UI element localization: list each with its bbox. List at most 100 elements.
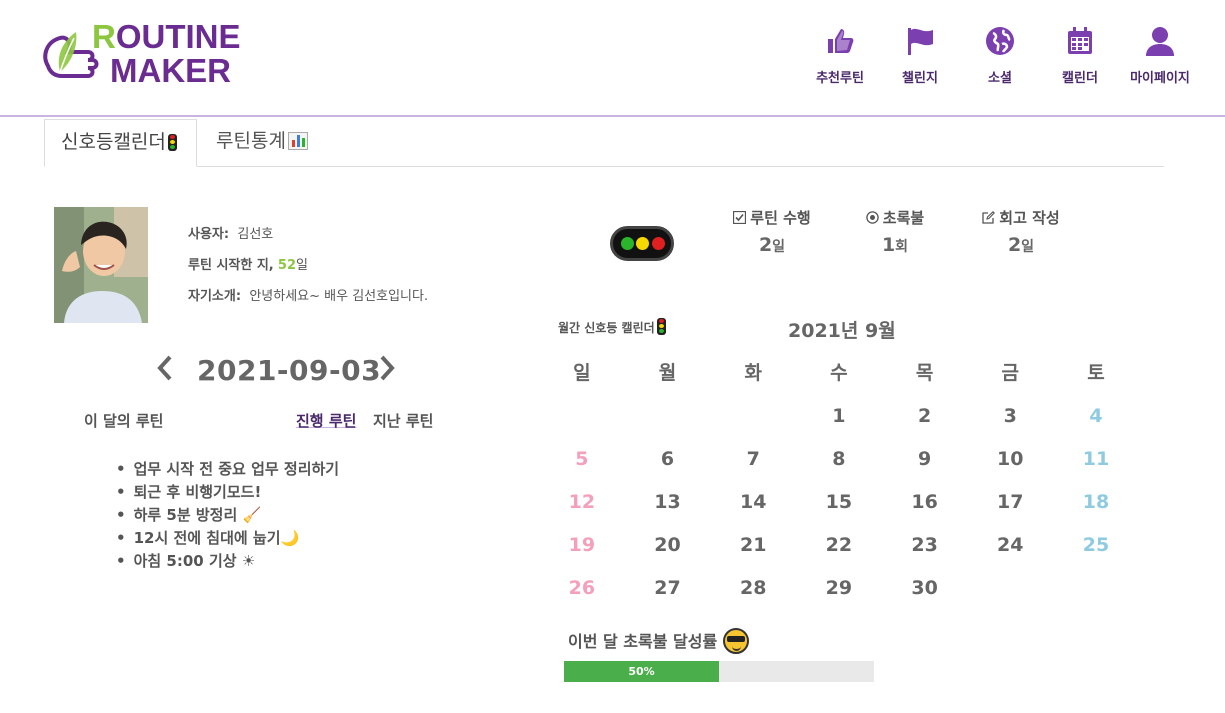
prev-date-button[interactable]	[156, 354, 174, 388]
list-item: 아침 5:00 기상 ☀	[116, 550, 339, 573]
calendar-day[interactable]: 9	[882, 438, 968, 481]
calendar-day[interactable]: 21	[710, 524, 796, 567]
calendar-day[interactable]: 20	[625, 524, 711, 567]
profile-intro: 자기소개: 안녕하세요~ 배우 김선호입니다.	[188, 285, 428, 304]
calendar-day[interactable]: 3	[967, 395, 1053, 438]
calendar-day[interactable]: 2	[882, 395, 968, 438]
calendar-day[interactable]: 18	[1053, 481, 1139, 524]
traffic-light-icon	[167, 134, 177, 151]
calendar-day[interactable]: 14	[710, 481, 796, 524]
list-item: 퇴근 후 비행기모드!	[116, 481, 339, 504]
calendar-day[interactable]: 4	[1053, 395, 1139, 438]
calendar-day[interactable]: 30	[882, 567, 968, 610]
weekday-mon: 월	[658, 362, 677, 384]
weekday-wed: 수	[830, 362, 848, 384]
nav-social[interactable]: 소셜	[960, 25, 1040, 86]
calendar-day[interactable]: 11	[1053, 438, 1139, 481]
profile-photo-image	[54, 207, 148, 323]
calendar-week-row: 1234	[539, 395, 1139, 438]
nav-calendar[interactable]: 캘린더	[1040, 25, 1120, 86]
start-days: 52	[277, 258, 296, 273]
radio-dot-icon	[866, 211, 879, 224]
nav-label: 캘린더	[1062, 71, 1098, 86]
calendar-day[interactable]: 22	[796, 524, 882, 567]
sunglasses-face-icon	[723, 628, 750, 654]
chevron-left-icon	[157, 355, 172, 381]
calendar-day[interactable]: 8	[796, 438, 882, 481]
stat-label: 회고 작성	[999, 209, 1060, 227]
logo-line1: OUTINE	[115, 18, 241, 55]
calendar-day[interactable]: 10	[967, 438, 1053, 481]
profile-user: 사용자: 김선호	[188, 223, 273, 242]
calendar-day[interactable]: 26	[539, 567, 625, 610]
yellow-light	[636, 237, 649, 250]
past-routine-tab[interactable]: 지난 루틴	[373, 410, 433, 431]
stat-label: 루틴 수행	[750, 209, 811, 227]
routine-maker-logo[interactable]: ROUTINE MAKER	[38, 20, 241, 95]
tab-traffic-calendar[interactable]: 신호등캘린더	[44, 119, 197, 167]
calendar-day[interactable]: 27	[625, 567, 711, 610]
calendar-month-title: 2021년 9월	[788, 320, 896, 342]
weekday-tue: 화	[744, 362, 762, 384]
calendar-week-row: 12 13 14 15 16 17 18	[539, 481, 1139, 524]
calendar-day[interactable]: 6	[625, 438, 711, 481]
calendar-day[interactable]: 19	[539, 524, 625, 567]
stat-unit: 일	[1021, 239, 1035, 255]
calendar-empty-cell	[1053, 567, 1139, 610]
tab-routine-stats[interactable]: 루틴통계	[200, 119, 350, 167]
list-item: 12시 전에 침대에 눕기🌙	[116, 527, 339, 550]
achievement-label: 이번 달 초록불 달성률	[568, 628, 750, 654]
bar-chart-icon	[287, 132, 308, 150]
current-routine-tab[interactable]: 진행 루틴	[296, 410, 356, 431]
user-name: 김선호	[237, 227, 274, 242]
calendar-day[interactable]: 5	[539, 438, 625, 481]
calendar-empty-cell	[539, 395, 625, 438]
chevron-right-icon	[380, 355, 395, 381]
nav-challenge[interactable]: 챌린지	[880, 25, 960, 86]
calendar-day[interactable]: 24	[967, 524, 1053, 567]
traffic-light-icon	[656, 318, 666, 335]
user-icon	[1146, 27, 1174, 56]
tab-label: 루틴통계	[216, 130, 286, 152]
logo-letter-r: R	[92, 18, 116, 55]
stat-value: 2	[1007, 234, 1022, 256]
stat-label: 초록불	[882, 209, 925, 227]
calendar-day[interactable]: 28	[710, 567, 796, 610]
calendar-day[interactable]: 16	[882, 481, 968, 524]
weekday-sat: 토	[1087, 362, 1105, 384]
calendar-day[interactable]: 17	[967, 481, 1053, 524]
weekday-fri: 금	[1001, 362, 1020, 384]
main-nav: 추천루틴 챌린지 소셜 캘린더 마이페이지	[800, 25, 1200, 86]
stat-unit: 회	[895, 239, 909, 255]
calendar-day[interactable]: 7	[710, 438, 796, 481]
logo-wordmark: ROUTINE MAKER	[92, 20, 241, 88]
nav-recommended-routine[interactable]: 추천루틴	[800, 25, 880, 86]
weekday-sun: 일	[573, 362, 591, 384]
calendar-day[interactable]: 23	[882, 524, 968, 567]
calendar-day[interactable]: 15	[796, 481, 882, 524]
calendar-days: 1 2 3 4 5 6 7 8 9 10 11 12 13 14 15 16 17 18 19 20 21 22 23 24 2…	[539, 395, 1139, 610]
calendar-icon	[1068, 27, 1092, 54]
page-tabs: 신호등캘린더 루틴통계	[44, 119, 1164, 167]
stat-routine-done: 루틴 수행 2일	[730, 207, 814, 256]
traffic-light-icon	[610, 226, 674, 261]
calendar-day[interactable]: 13	[625, 481, 711, 524]
stat-value: 1	[881, 234, 896, 256]
calendar-day[interactable]: 12	[539, 481, 625, 524]
calendar-week-row: 26 27 28 29 30	[539, 567, 1139, 610]
calendar-day[interactable]: 29	[796, 567, 882, 610]
start-unit: 일	[296, 258, 308, 273]
monthly-routine-label: 이 달의 루틴	[84, 412, 164, 430]
achievement-progress-bar: 50%	[564, 661, 874, 682]
calendar-day[interactable]: 25	[1053, 524, 1139, 567]
intro-text: 안녕하세요~ 배우 김선호입니다.	[249, 289, 429, 304]
weekday-header: 일 월 화 수 목 금 토	[539, 352, 1139, 395]
profile-photo	[54, 207, 148, 323]
calendar-day[interactable]: 1	[796, 395, 882, 438]
calendar-week-row: 19 20 21 22 23 24 25	[539, 524, 1139, 567]
next-date-button[interactable]	[378, 354, 396, 388]
current-date: 2021-09-03	[197, 354, 382, 387]
nav-mypage[interactable]: 마이페이지	[1120, 25, 1200, 86]
list-item: 업무 시작 전 중요 업무 정리하기	[116, 458, 340, 481]
profile-start: 루틴 시작한 지, 52일	[188, 254, 308, 273]
